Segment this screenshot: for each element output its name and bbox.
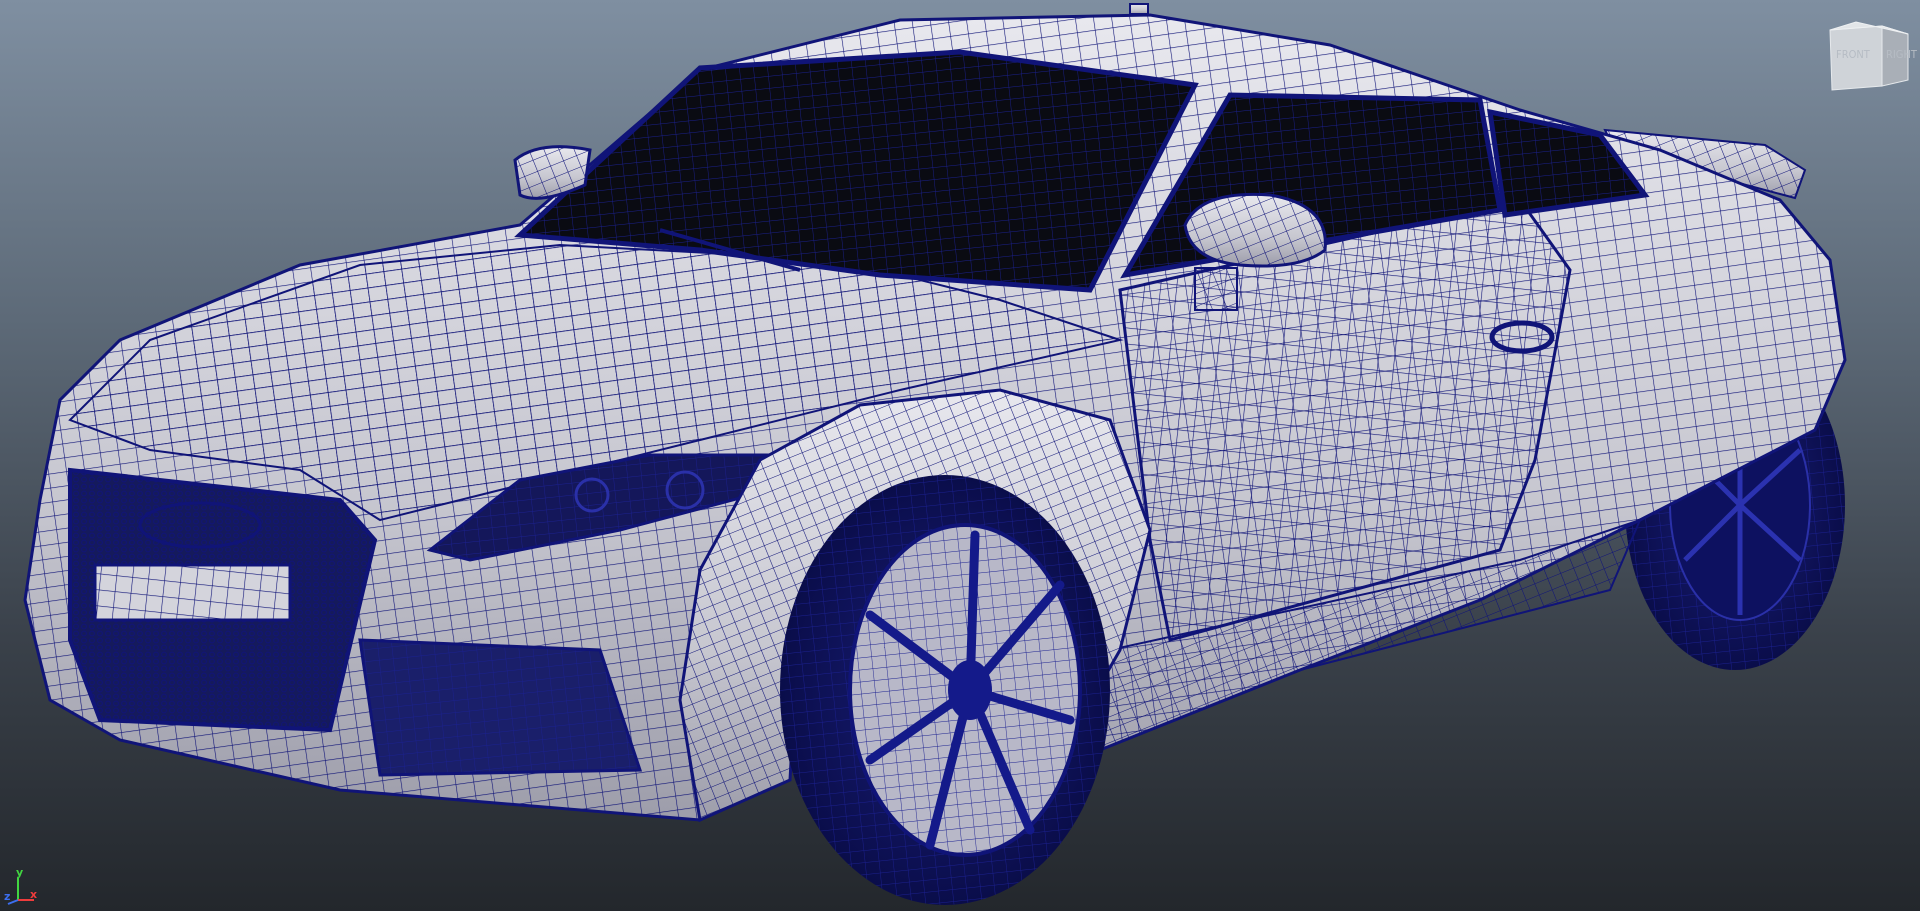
viewcube-navigator[interactable]: FRONT RIGHT [1826,20,1917,96]
viewcube-right-face[interactable]: RIGHT [1886,48,1917,61]
axis-x-label: x [30,888,38,901]
front-wheel [780,475,1110,905]
car-wireframe-model[interactable] [0,0,1920,911]
viewcube-front-face[interactable]: FRONT [1836,48,1870,61]
3d-viewport[interactable]: FRONT RIGHT y x z [0,0,1920,911]
axis-gizmo: y x z [4,866,44,906]
axis-y-label: y [16,866,24,879]
front-grille [68,467,378,733]
axis-z-label: z [4,890,11,903]
roof-antenna [1129,3,1149,15]
lower-air-intake [358,638,643,777]
